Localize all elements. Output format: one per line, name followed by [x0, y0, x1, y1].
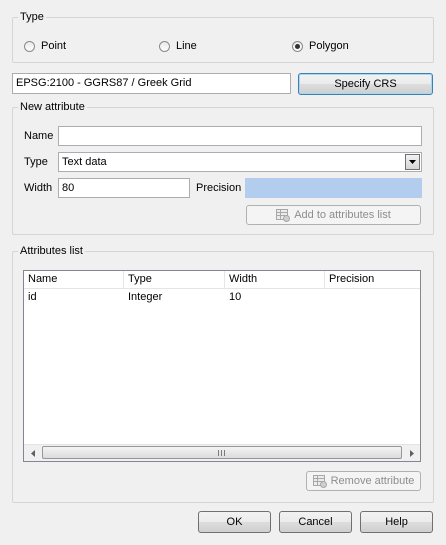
chevron-left-icon [30, 449, 35, 457]
cancel-button[interactable]: Cancel [279, 511, 352, 533]
table-remove-icon [312, 474, 327, 488]
column-header-width[interactable]: Width [225, 271, 325, 288]
column-header-type[interactable]: Type [124, 271, 225, 288]
radio-point-indicator [24, 40, 35, 52]
precision-input[interactable] [245, 178, 422, 198]
scrollbar-thumb[interactable] [42, 446, 402, 459]
type-group-title: Type [18, 11, 46, 24]
type-select-value: Text data [62, 156, 107, 168]
help-button[interactable]: Help [360, 511, 433, 533]
cell-precision [325, 289, 420, 306]
remove-attribute-label: Remove attribute [330, 475, 415, 487]
dropdown-arrow-button[interactable] [405, 154, 420, 170]
ok-button[interactable]: OK [198, 511, 271, 533]
new-attribute-title: New attribute [18, 101, 87, 114]
width-input[interactable]: 80 [58, 178, 190, 198]
radio-point[interactable]: Point [24, 39, 66, 53]
crs-field[interactable]: EPSG:2100 - GGRS87 / Greek Grid [12, 73, 291, 94]
remove-attribute-button[interactable]: Remove attribute [306, 471, 421, 491]
horizontal-scrollbar[interactable] [24, 444, 420, 461]
specify-crs-button[interactable]: Specify CRS [298, 73, 433, 95]
type-label: Type [24, 156, 48, 168]
radio-line[interactable]: Line [159, 39, 197, 53]
name-input[interactable] [58, 126, 422, 146]
scroll-left-button[interactable] [24, 445, 41, 461]
type-group [12, 17, 434, 63]
name-label: Name [24, 130, 54, 142]
width-label: Width [24, 182, 53, 194]
add-to-attributes-label: Add to attributes list [294, 209, 391, 221]
add-to-attributes-button[interactable]: Add to attributes list [246, 205, 421, 225]
cell-width: 10 [229, 291, 242, 303]
grip-icon [218, 449, 225, 456]
cell-type: Integer [128, 291, 163, 303]
radio-polygon-indicator [292, 40, 303, 52]
column-header-precision[interactable]: Precision [325, 271, 420, 288]
chevron-right-icon [409, 449, 414, 457]
attributes-list-title: Attributes list [18, 245, 85, 258]
column-header-name[interactable]: Name [24, 271, 124, 288]
chevron-down-icon [409, 160, 416, 164]
radio-line-label: Line [176, 40, 197, 52]
radio-polygon-label: Polygon [309, 40, 349, 52]
precision-label: Precision [196, 182, 242, 194]
radio-polygon[interactable]: Polygon [292, 39, 349, 53]
attributes-table-header: Name Type Width Precision [24, 271, 420, 289]
scroll-right-button[interactable] [403, 445, 420, 461]
radio-line-indicator [159, 40, 170, 52]
type-select[interactable]: Text data [58, 152, 422, 172]
attributes-table[interactable]: Name Type Width Precision id Integer 10 [23, 270, 421, 462]
table-row[interactable]: id Integer 10 [24, 289, 420, 306]
cell-name: id [28, 291, 37, 303]
table-add-icon [276, 208, 291, 222]
radio-point-label: Point [41, 40, 67, 52]
